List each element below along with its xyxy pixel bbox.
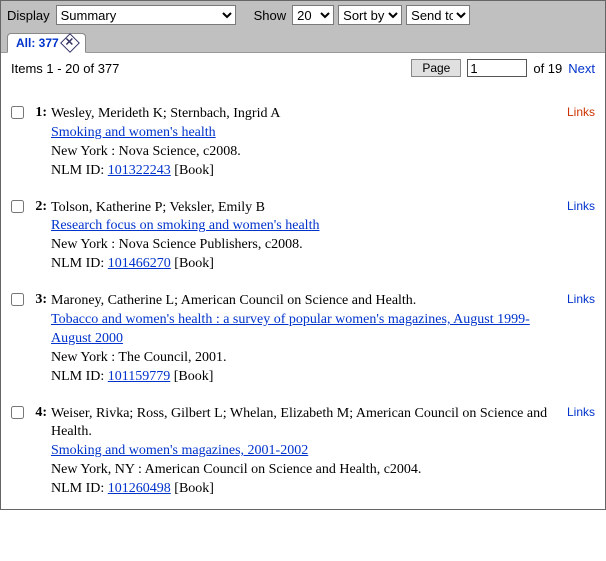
result-checkbox[interactable]: [11, 106, 24, 119]
result-title-link[interactable]: Smoking and women's health: [51, 125, 216, 140]
result-authors: Wesley, Merideth K; Sternbach, Ingrid A: [51, 105, 551, 124]
pin-icon[interactable]: ✕: [60, 33, 80, 53]
result-links[interactable]: Links: [567, 292, 595, 306]
result-links[interactable]: Links: [567, 199, 595, 213]
result-format: [Book]: [170, 369, 213, 384]
result-item: 3:Maroney, Catherine L; American Council…: [11, 292, 595, 386]
result-body: Wesley, Merideth K; Sternbach, Ingrid AS…: [51, 105, 595, 181]
items-count: Items 1 - 20 of 377: [11, 61, 119, 76]
toolbar: Display Summary Show 20 Sort by Send to: [1, 1, 605, 29]
tab-all[interactable]: All: 377 ✕: [7, 33, 86, 53]
result-format: [Book]: [171, 481, 214, 496]
page-button[interactable]: Page: [411, 59, 461, 77]
nlm-id-link[interactable]: 101159779: [108, 369, 170, 384]
result-checkbox[interactable]: [11, 293, 24, 306]
nlm-label: NLM ID:: [51, 256, 108, 271]
result-body: Maroney, Catherine L; American Council o…: [51, 292, 595, 386]
result-authors: Maroney, Catherine L; American Council o…: [51, 292, 551, 311]
result-item: 2:Tolson, Katherine P; Veksler, Emily BR…: [11, 199, 595, 275]
result-body: Weiser, Rivka; Ross, Gilbert L; Whelan, …: [51, 405, 595, 499]
page-input[interactable]: [467, 59, 527, 77]
nlm-label: NLM ID:: [51, 369, 108, 384]
result-links[interactable]: Links: [567, 405, 595, 419]
result-body: Tolson, Katherine P; Veksler, Emily BRes…: [51, 199, 595, 275]
page-of: of 19: [533, 61, 562, 76]
tab-all-label[interactable]: All: 377: [16, 36, 59, 50]
result-publisher: New York : The Council, 2001.: [51, 349, 551, 368]
result-publisher: New York : Nova Science Publishers, c200…: [51, 236, 551, 255]
sendto-select[interactable]: Send to: [406, 5, 470, 25]
result-title-link[interactable]: Smoking and women's magazines, 2001-2002: [51, 443, 308, 458]
sortby-select[interactable]: Sort by: [338, 5, 402, 25]
display-label: Display: [7, 8, 50, 23]
result-format: [Book]: [171, 163, 214, 178]
result-nlm: NLM ID: 101260498 [Book]: [51, 480, 551, 499]
result-nlm: NLM ID: 101159779 [Book]: [51, 368, 551, 387]
result-format: [Book]: [171, 256, 214, 271]
result-number: 1:: [29, 105, 51, 121]
result-number: 3:: [29, 292, 51, 308]
nlm-label: NLM ID:: [51, 163, 108, 178]
pager-row: Items 1 - 20 of 377 Page of 19 Next: [1, 53, 605, 83]
result-item: 4:Weiser, Rivka; Ross, Gilbert L; Whelan…: [11, 405, 595, 499]
result-number: 4:: [29, 405, 51, 421]
nlm-label: NLM ID:: [51, 481, 108, 496]
result-authors: Tolson, Katherine P; Veksler, Emily B: [51, 199, 551, 218]
result-checkbox[interactable]: [11, 406, 24, 419]
result-publisher: New York : Nova Science, c2008.: [51, 143, 551, 162]
nlm-id-link[interactable]: 101322243: [108, 163, 171, 178]
nlm-id-link[interactable]: 101466270: [108, 256, 171, 271]
result-title-link[interactable]: Tobacco and women's health : a survey of…: [51, 312, 530, 346]
show-label: Show: [254, 8, 287, 23]
result-title-link[interactable]: Research focus on smoking and women's he…: [51, 218, 319, 233]
result-number: 2:: [29, 199, 51, 215]
display-select[interactable]: Summary: [56, 5, 236, 25]
result-item: 1:Wesley, Merideth K; Sternbach, Ingrid …: [11, 105, 595, 181]
results-list: 1:Wesley, Merideth K; Sternbach, Ingrid …: [1, 83, 605, 509]
tab-bar: All: 377 ✕: [1, 29, 605, 53]
next-link[interactable]: Next: [568, 61, 595, 76]
nlm-id-link[interactable]: 101260498: [108, 481, 171, 496]
show-select[interactable]: 20: [292, 5, 334, 25]
result-publisher: New York, NY : American Council on Scien…: [51, 461, 551, 480]
result-authors: Weiser, Rivka; Ross, Gilbert L; Whelan, …: [51, 405, 551, 443]
result-nlm: NLM ID: 101466270 [Book]: [51, 255, 551, 274]
result-links[interactable]: Links: [567, 105, 595, 119]
result-checkbox[interactable]: [11, 200, 24, 213]
result-nlm: NLM ID: 101322243 [Book]: [51, 162, 551, 181]
